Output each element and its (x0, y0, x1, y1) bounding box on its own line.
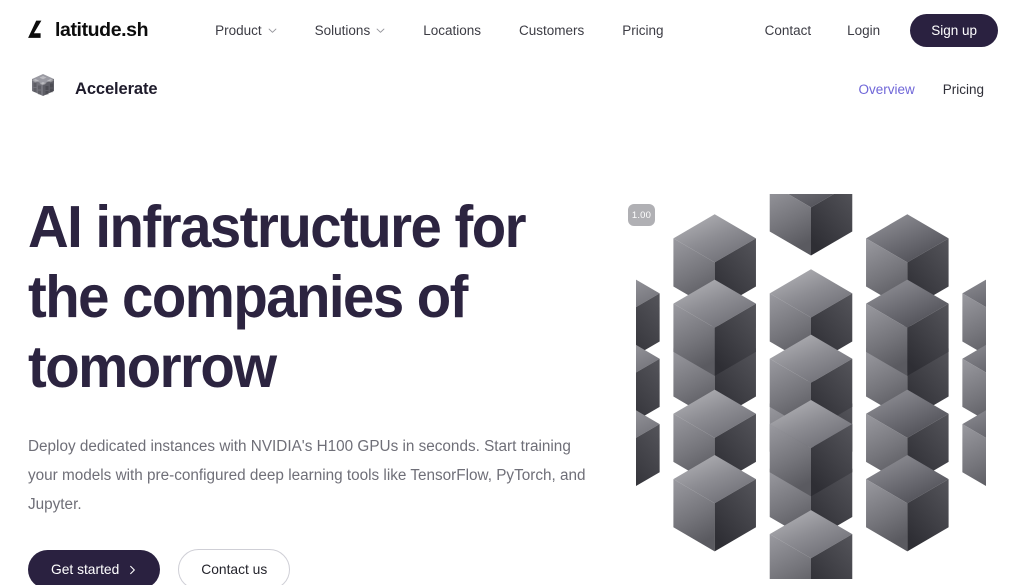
chevron-down-icon (376, 28, 385, 33)
chevron-down-icon (268, 28, 277, 33)
contact-us-button[interactable]: Contact us (178, 549, 291, 585)
primary-nav-links: Product Solutions Locations Customers Pr… (196, 17, 682, 44)
brand-name-text: latitude.sh (55, 18, 149, 41)
nav-item-product[interactable]: Product (196, 17, 296, 44)
nav-item-locations[interactable]: Locations (404, 17, 500, 44)
get-started-button[interactable]: Get started (28, 550, 161, 585)
nav-item-pricing[interactable]: Pricing (603, 17, 682, 44)
nav-item-contact[interactable]: Contact (747, 17, 830, 44)
product-sub-links: Overview Pricing (844, 76, 998, 103)
page-root: latitude.sh Product Solutions Locations … (0, 0, 1024, 585)
product-sub-navigation: Accelerate Overview Pricing (0, 62, 1024, 116)
page-title: AI infrastructure for the companies of t… (28, 194, 527, 400)
nav-item-login[interactable]: Login (829, 17, 898, 44)
nav-item-customers[interactable]: Customers (500, 17, 603, 44)
sign-up-button[interactable]: Sign up (910, 13, 998, 47)
hero-section: AI infrastructure for the companies of t… (0, 116, 1024, 585)
latitude-logo-mark (28, 20, 42, 38)
nav-item-solutions[interactable]: Solutions (296, 17, 405, 44)
latitude-brand-logo[interactable]: latitude.sh (26, 18, 149, 42)
hero-cta-row: Get started Contact us (28, 549, 613, 585)
isometric-cube-grid-illustration (636, 194, 986, 579)
primary-navigation: latitude.sh Product Solutions Locations … (0, 0, 1024, 60)
product-brand-accelerate[interactable]: Accelerate (26, 73, 158, 105)
primary-nav-actions: Contact Login Sign up (747, 13, 998, 47)
chevron-right-icon (130, 565, 136, 574)
get-started-label: Get started (51, 562, 120, 577)
product-name-text: Accelerate (75, 79, 158, 98)
hero-subcopy: Deploy dedicated instances with NVIDIA's… (28, 438, 586, 513)
sub-nav-item-overview[interactable]: Overview (844, 76, 928, 103)
nav-item-product-label: Product (215, 22, 262, 38)
cube-cluster-icon (32, 74, 54, 96)
sub-nav-item-pricing[interactable]: Pricing (929, 76, 998, 103)
hero-copy-block: AI infrastructure for the companies of t… (28, 192, 613, 585)
nav-item-solutions-label: Solutions (314, 22, 371, 38)
cube-grid-svg (636, 194, 986, 579)
